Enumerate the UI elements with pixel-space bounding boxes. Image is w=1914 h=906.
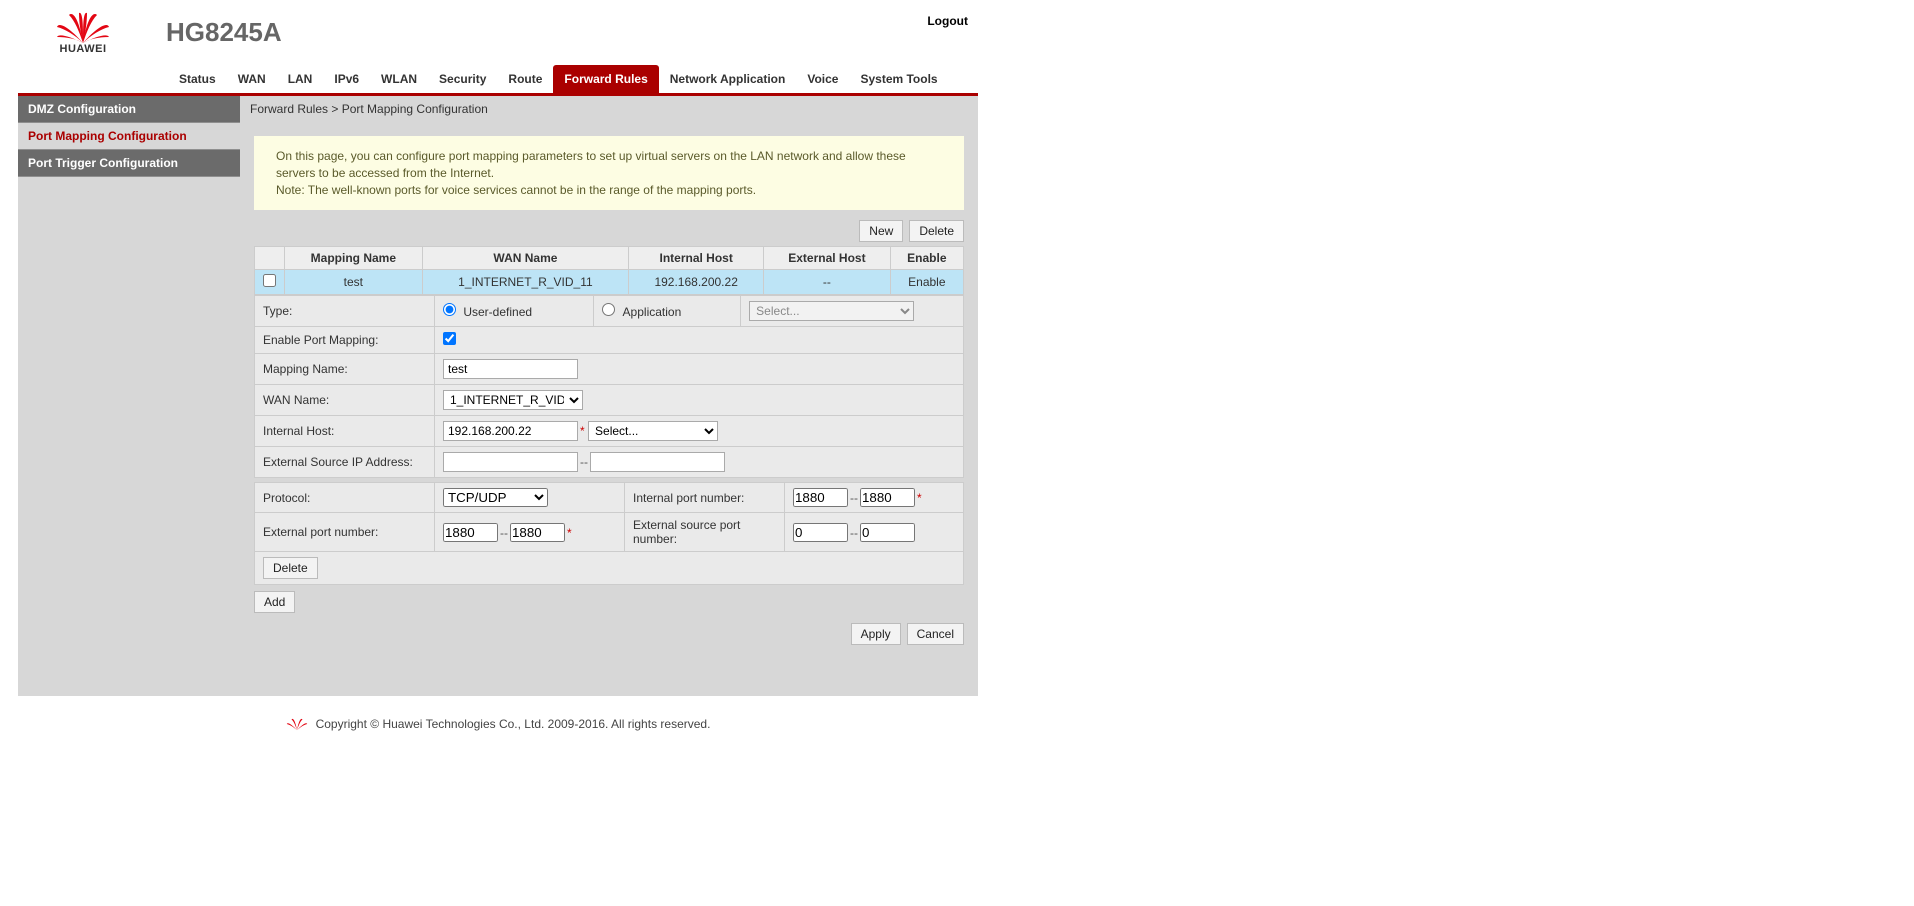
int-port-to-input[interactable] bbox=[860, 488, 915, 507]
mapping-table: Mapping Name WAN Name Internal Host Exte… bbox=[254, 246, 964, 295]
ext-port-from-input[interactable] bbox=[443, 523, 498, 542]
cell-external-host: -- bbox=[764, 270, 891, 295]
internal-host-input[interactable] bbox=[443, 421, 578, 441]
delete-button[interactable]: Delete bbox=[909, 220, 964, 242]
internal-host-label: Internal Host: bbox=[255, 416, 435, 447]
nav-item-route[interactable]: Route bbox=[497, 65, 553, 93]
ext-src-ip-label: External Source IP Address: bbox=[255, 447, 435, 478]
wan-name-select[interactable]: 1_INTERNET_R_VID_11 bbox=[443, 390, 583, 410]
ext-port-label: External port number: bbox=[255, 513, 435, 552]
int-port-label: Internal port number: bbox=[625, 483, 785, 513]
nav-item-security[interactable]: Security bbox=[428, 65, 497, 93]
ext-src-ip-to-input[interactable] bbox=[590, 452, 725, 472]
logout-link[interactable]: Logout bbox=[927, 14, 968, 28]
ext-port-to-input[interactable] bbox=[510, 523, 565, 542]
cell-wan-name: 1_INTERNET_R_VID_11 bbox=[422, 270, 629, 295]
mapping-name-input[interactable] bbox=[443, 359, 578, 379]
nav-item-system-tools[interactable]: System Tools bbox=[849, 65, 948, 93]
add-button[interactable]: Add bbox=[254, 591, 295, 613]
wan-name-label: WAN Name: bbox=[255, 385, 435, 416]
col-enable: Enable bbox=[890, 247, 963, 270]
col-internal-host: Internal Host bbox=[629, 247, 764, 270]
nav-item-voice[interactable]: Voice bbox=[796, 65, 849, 93]
ext-src-ip-from-input[interactable] bbox=[443, 452, 578, 472]
brand-text: HUAWEI bbox=[60, 43, 107, 55]
breadcrumb: Forward Rules > Port Mapping Configurati… bbox=[240, 96, 978, 122]
sidebar-item-dmz-configuration[interactable]: DMZ Configuration bbox=[18, 96, 240, 123]
new-button[interactable]: New bbox=[859, 220, 903, 242]
main-nav: StatusWANLANIPv6WLANSecurityRouteForward… bbox=[18, 64, 978, 96]
type-app-label: Application bbox=[623, 305, 682, 319]
col-wan-name: WAN Name bbox=[422, 247, 629, 270]
application-select[interactable]: Select... bbox=[749, 301, 914, 321]
port-subform: Protocol: TCP/UDP Internal port number: … bbox=[254, 482, 964, 585]
sidebar-item-port-trigger-configuration[interactable]: Port Trigger Configuration bbox=[18, 150, 240, 177]
enable-pm-checkbox[interactable] bbox=[443, 332, 456, 345]
port-delete-button[interactable]: Delete bbox=[263, 557, 318, 579]
protocol-label: Protocol: bbox=[255, 483, 435, 513]
footer-text: Copyright © Huawei Technologies Co., Ltd… bbox=[316, 717, 711, 731]
ext-src-port-from-input[interactable] bbox=[793, 523, 848, 542]
type-label: Type: bbox=[255, 296, 435, 327]
ext-src-port-label: External source port number: bbox=[625, 513, 785, 552]
apply-button[interactable]: Apply bbox=[851, 623, 901, 645]
huawei-logo-icon bbox=[286, 716, 308, 732]
cell-internal-host: 192.168.200.22 bbox=[629, 270, 764, 295]
nav-item-lan[interactable]: LAN bbox=[277, 65, 324, 93]
internal-host-select[interactable]: Select... bbox=[588, 421, 718, 441]
huawei-logo: HUAWEI bbox=[18, 9, 148, 55]
cell-mapping-name: test bbox=[285, 270, 423, 295]
enable-pm-label: Enable Port Mapping: bbox=[255, 327, 435, 354]
nav-item-wlan[interactable]: WLAN bbox=[370, 65, 428, 93]
nav-item-status[interactable]: Status bbox=[168, 65, 227, 93]
mapping-name-label: Mapping Name: bbox=[255, 354, 435, 385]
sidebar: DMZ ConfigurationPort Mapping Configurat… bbox=[18, 96, 240, 696]
table-row[interactable]: test 1_INTERNET_R_VID_11 192.168.200.22 … bbox=[255, 270, 964, 295]
sidebar-item-port-mapping-configuration[interactable]: Port Mapping Configuration bbox=[18, 123, 240, 150]
protocol-select[interactable]: TCP/UDP bbox=[443, 488, 548, 507]
cancel-button[interactable]: Cancel bbox=[907, 623, 964, 645]
config-form: Type: User-defined Application Select... bbox=[254, 295, 964, 478]
info-notice: On this page, you can configure port map… bbox=[254, 136, 964, 210]
int-port-from-input[interactable] bbox=[793, 488, 848, 507]
type-user-label: User-defined bbox=[463, 305, 532, 319]
type-app-radio[interactable] bbox=[602, 303, 615, 316]
row-checkbox[interactable] bbox=[263, 274, 276, 287]
ext-src-port-to-input[interactable] bbox=[860, 523, 915, 542]
col-mapping-name: Mapping Name bbox=[285, 247, 423, 270]
nav-item-network-application[interactable]: Network Application bbox=[659, 65, 797, 93]
nav-item-ipv6[interactable]: IPv6 bbox=[323, 65, 370, 93]
nav-item-wan[interactable]: WAN bbox=[227, 65, 277, 93]
cell-enable: Enable bbox=[890, 270, 963, 295]
type-user-radio[interactable] bbox=[443, 303, 456, 316]
nav-item-forward-rules[interactable]: Forward Rules bbox=[553, 65, 658, 93]
footer: Copyright © Huawei Technologies Co., Ltd… bbox=[18, 706, 978, 742]
col-external-host: External Host bbox=[764, 247, 891, 270]
model-title: HG8245A bbox=[166, 17, 282, 48]
